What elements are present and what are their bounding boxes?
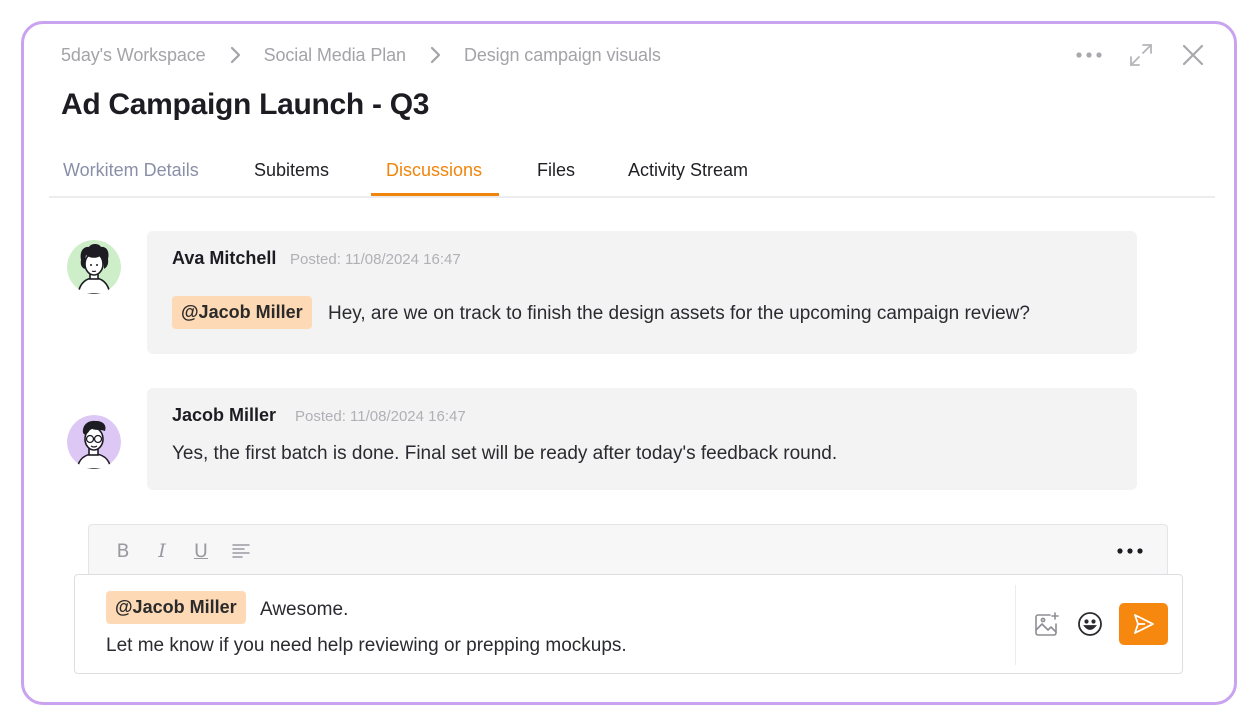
chevron-right-icon — [424, 44, 446, 66]
message-text: Hey, are we on track to finish the desig… — [328, 303, 1030, 324]
avatar — [67, 415, 121, 469]
editor-toolbar: B I U — [88, 524, 1168, 576]
mention-tag[interactable]: @Jacob Miller — [172, 296, 312, 329]
expand-icon[interactable] — [1126, 40, 1156, 70]
underline-button[interactable]: U — [190, 540, 212, 562]
more-options-icon[interactable] — [1074, 40, 1104, 70]
add-image-icon[interactable] — [1032, 610, 1062, 640]
composer-divider — [1015, 585, 1016, 665]
composer-line[interactable]: Let me know if you need help reviewing o… — [106, 635, 627, 657]
page-title: Ad Campaign Launch - Q3 — [61, 88, 430, 121]
breadcrumb-item-workspace[interactable]: 5day's Workspace — [61, 45, 206, 66]
italic-button[interactable]: I — [151, 540, 173, 562]
mention-tag[interactable]: @Jacob Miller — [106, 591, 246, 624]
active-tab-indicator — [371, 193, 499, 196]
emoji-icon[interactable] — [1075, 609, 1105, 639]
discussion-panel: 5day's Workspace Social Media Plan Desig… — [21, 21, 1237, 705]
tab-files[interactable]: Files — [537, 160, 575, 196]
send-button[interactable] — [1119, 603, 1168, 645]
tab-workitem-details[interactable]: Workitem Details — [63, 160, 199, 196]
avatar — [67, 240, 121, 294]
breadcrumb-item-task[interactable]: Design campaign visuals — [464, 45, 661, 66]
message-text: Yes, the first batch is done. Final set … — [172, 443, 838, 464]
more-horizontal-icon[interactable] — [1115, 540, 1145, 562]
tab-bar: Workitem Details Subitems Discussions Fi… — [49, 156, 1215, 198]
bold-button[interactable]: B — [112, 540, 134, 562]
breadcrumb: 5day's Workspace Social Media Plan Desig… — [61, 44, 661, 66]
chevron-right-icon — [224, 44, 246, 66]
message-author: Ava Mitchell — [172, 248, 277, 268]
message-author: Jacob Miller — [172, 405, 277, 425]
window-controls — [1052, 40, 1208, 70]
close-icon[interactable] — [1178, 40, 1208, 70]
message-card: Ava Mitchell Posted: 11/08/2024 16:47 @J… — [147, 231, 1137, 354]
send-icon — [1133, 614, 1154, 634]
tab-subitems[interactable]: Subitems — [254, 160, 329, 196]
message-composer[interactable]: @Jacob Miller Awesome. Let me know if yo… — [74, 574, 1183, 674]
tab-activity-stream[interactable]: Activity Stream — [628, 160, 748, 196]
message-timestamp: Posted: 11/08/2024 16:47 — [290, 251, 461, 268]
message-card: Jacob Miller Posted: 11/08/2024 16:47 Ye… — [147, 388, 1137, 490]
breadcrumb-item-plan[interactable]: Social Media Plan — [264, 45, 406, 66]
tab-discussions[interactable]: Discussions — [386, 160, 482, 196]
message-timestamp: Posted: 11/08/2024 16:47 — [295, 408, 466, 425]
align-left-icon[interactable] — [230, 540, 252, 562]
composer-line[interactable]: Awesome. — [260, 599, 348, 621]
